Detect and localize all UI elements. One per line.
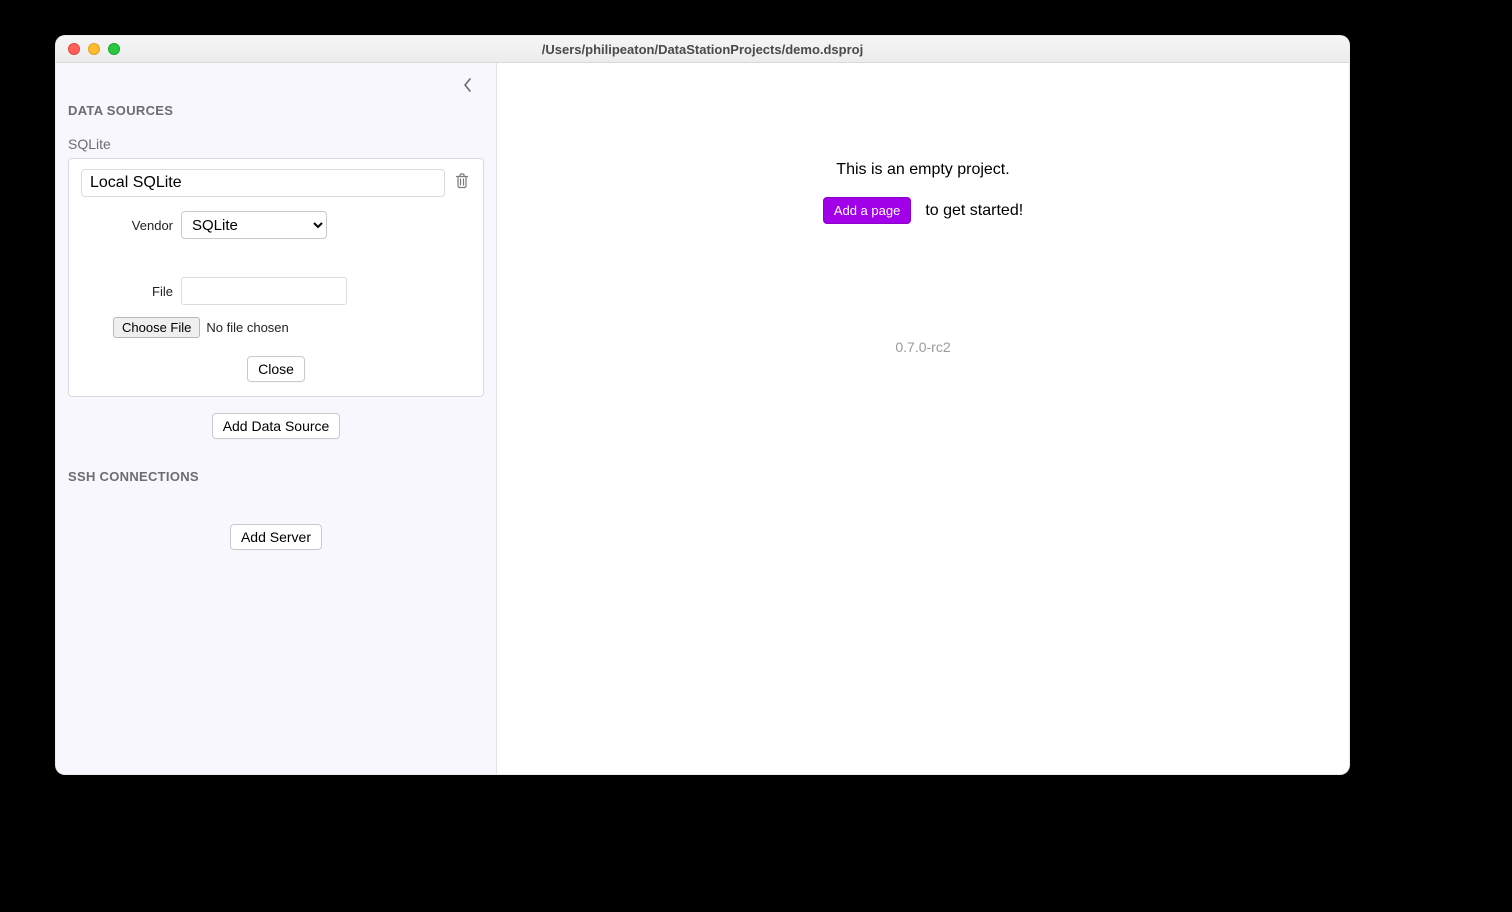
data-source-card: Vendor SQLite File Choose File No file c…	[68, 158, 484, 397]
vendor-select[interactable]: SQLite	[181, 211, 327, 239]
choose-file-button[interactable]: Choose File	[113, 317, 200, 338]
app-window: /Users/philipeaton/DataStationProjects/d…	[55, 35, 1350, 775]
data-source-name-input[interactable]	[81, 169, 445, 197]
add-page-button[interactable]: Add a page	[823, 197, 912, 224]
close-row: Close	[81, 356, 471, 382]
main-panel: This is an empty project. Add a page to …	[497, 63, 1349, 774]
titlebar: /Users/philipeaton/DataStationProjects/d…	[56, 36, 1349, 63]
add-page-row: Add a page to get started!	[497, 197, 1349, 224]
add-server-button[interactable]: Add Server	[230, 524, 322, 550]
ssh-connections-heading: SSH CONNECTIONS	[68, 469, 484, 484]
vendor-row: Vendor SQLite	[81, 211, 471, 239]
collapse-sidebar-button[interactable]	[458, 73, 478, 101]
add-data-source-button[interactable]: Add Data Source	[212, 413, 341, 439]
empty-project-message: This is an empty project.	[497, 161, 1349, 179]
file-picker-row: Choose File No file chosen	[113, 317, 471, 338]
chevron-left-icon	[464, 78, 472, 97]
delete-data-source-button[interactable]	[453, 174, 471, 192]
data-sources-heading: DATA SOURCES	[68, 103, 484, 118]
add-data-source-row: Add Data Source	[68, 413, 484, 439]
card-header-row	[81, 169, 471, 197]
get-started-text: to get started!	[925, 202, 1023, 220]
no-file-chosen-label: No file chosen	[206, 320, 288, 335]
file-row: File	[81, 277, 471, 305]
sidebar: DATA SOURCES SQLite Vendor	[56, 63, 497, 774]
version-label: 0.7.0-rc2	[497, 339, 1349, 355]
file-path-input[interactable]	[181, 277, 347, 305]
vendor-label: Vendor	[81, 218, 181, 233]
add-server-row: Add Server	[68, 524, 484, 550]
content-area: DATA SOURCES SQLite Vendor	[56, 63, 1349, 774]
ssh-section: SSH CONNECTIONS Add Server	[68, 469, 484, 550]
file-label: File	[81, 284, 181, 299]
close-card-button[interactable]: Close	[247, 356, 305, 382]
window-title: /Users/philipeaton/DataStationProjects/d…	[56, 42, 1349, 57]
trash-icon	[455, 173, 469, 194]
data-source-type-label: SQLite	[68, 136, 484, 152]
